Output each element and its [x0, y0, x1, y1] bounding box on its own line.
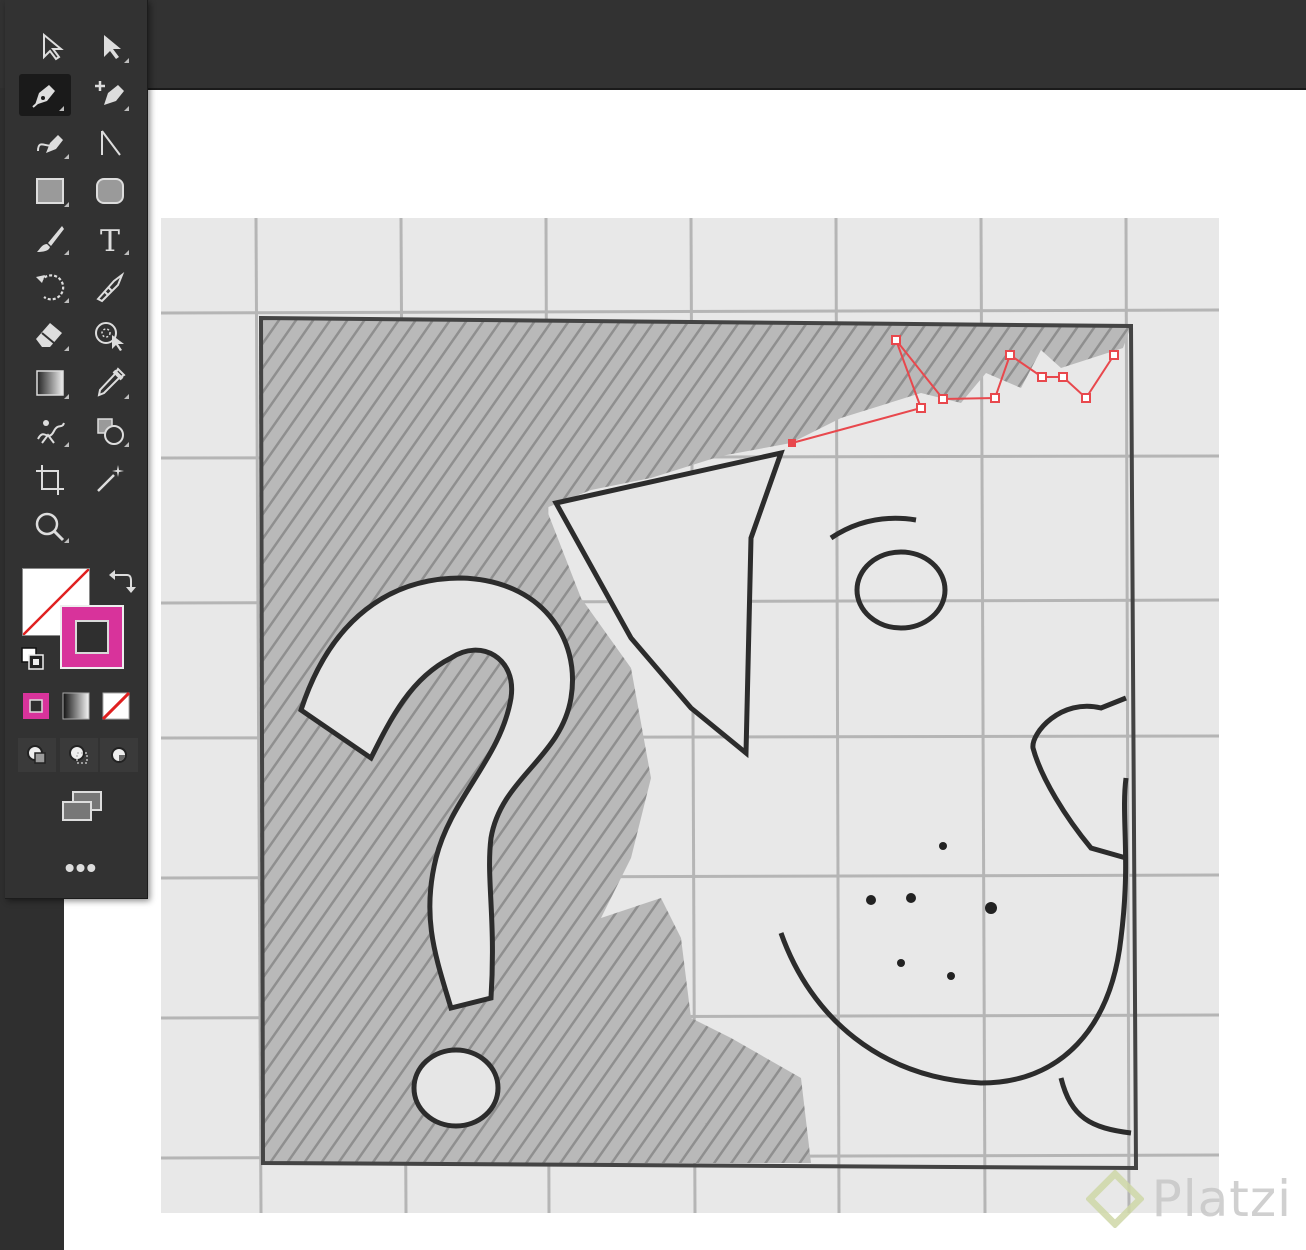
eraser-icon[interactable] [24, 314, 76, 356]
artboard-tool-icon[interactable] [24, 458, 76, 500]
platzi-logo-icon [1085, 1170, 1144, 1228]
puppet-warp-icon[interactable] [24, 410, 76, 452]
direct-selection-arrow-icon[interactable] [84, 26, 136, 68]
stroke-color-swatch[interactable] [60, 605, 124, 669]
type-tool-icon[interactable]: T [84, 218, 136, 260]
paintbrush-icon[interactable] [24, 218, 76, 260]
gradient-mode-button[interactable] [58, 688, 94, 724]
selection-arrow-icon[interactable] [24, 26, 76, 68]
none-mode-button[interactable] [98, 688, 134, 724]
top-app-bar [0, 0, 1306, 90]
line-segment-icon[interactable] [84, 122, 136, 164]
rounded-rectangle-icon[interactable] [84, 170, 136, 212]
change-screen-mode-button[interactable] [52, 786, 112, 828]
color-mode-button[interactable] [18, 688, 54, 724]
edit-toolbar-more-button[interactable]: ••• [53, 850, 109, 886]
live-paint-bucket-icon[interactable] [84, 410, 136, 452]
default-fill-stroke-icon[interactable] [20, 646, 46, 672]
swap-fill-stroke-icon[interactable] [107, 567, 137, 595]
eyedropper-icon[interactable] [84, 362, 136, 404]
stroke-inner [75, 620, 109, 654]
curvature-tool-icon[interactable] [24, 122, 76, 164]
draw-normal-button[interactable] [18, 738, 56, 772]
shape-builder-icon[interactable] [84, 314, 136, 356]
gradient-icon[interactable] [24, 362, 76, 404]
watermark-text: Platzi [1151, 1170, 1292, 1228]
svg-text:T: T [100, 224, 120, 257]
draw-behind-button[interactable] [60, 738, 98, 772]
tools-panel: T ••• [5, 0, 148, 899]
rectangle-icon[interactable] [24, 170, 76, 212]
platzi-watermark: Platzi [1085, 1170, 1292, 1228]
artboard-sketch-image[interactable] [161, 218, 1219, 1213]
draw-inside-button[interactable] [100, 738, 138, 772]
pen-tool-icon[interactable] [19, 74, 71, 116]
add-anchor-point-icon[interactable] [84, 74, 136, 116]
width-tool-icon[interactable] [84, 266, 136, 308]
magic-wand-icon[interactable] [84, 458, 136, 500]
zoom-icon[interactable] [24, 506, 76, 548]
rotate-icon[interactable] [24, 266, 76, 308]
